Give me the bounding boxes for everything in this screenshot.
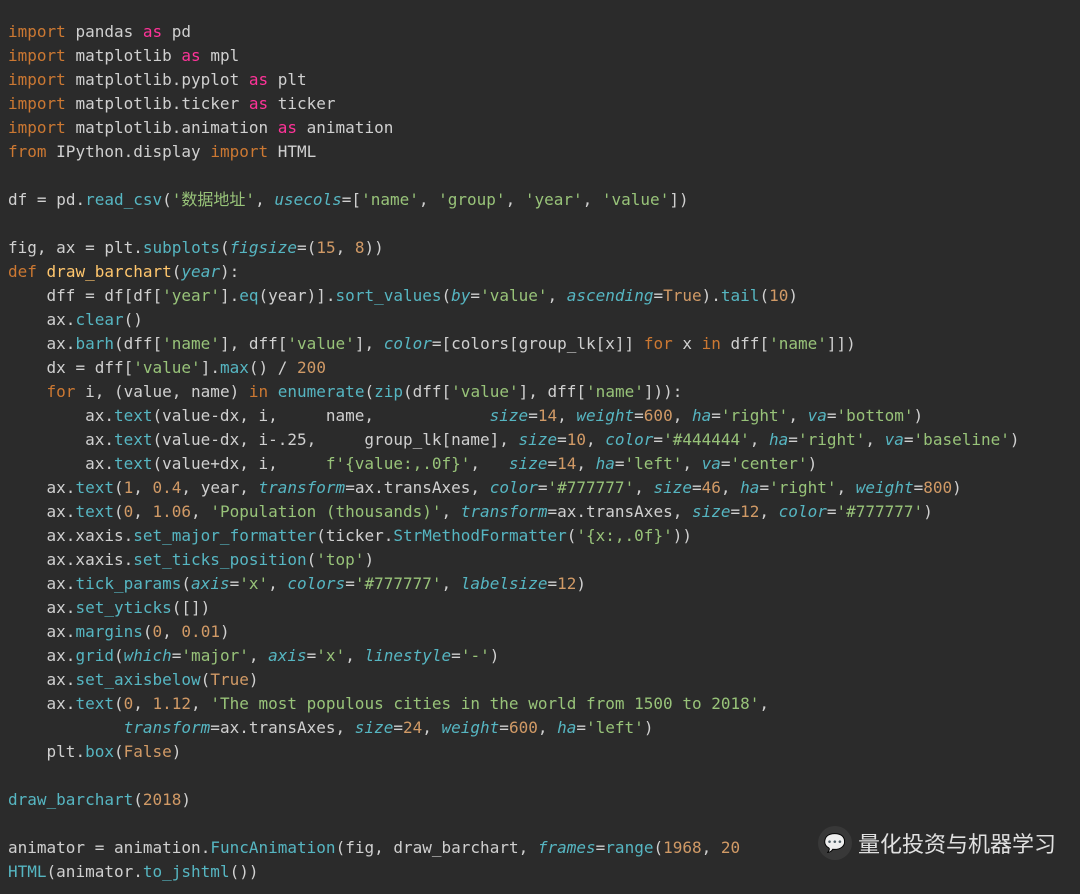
wechat-icon: 💬: [818, 826, 852, 860]
watermark: 💬 量化投资与机器学习: [818, 826, 1056, 860]
watermark-text: 量化投资与机器学习: [858, 827, 1056, 859]
code-editor: import pandas as pd import matplotlib as…: [0, 16, 1080, 888]
